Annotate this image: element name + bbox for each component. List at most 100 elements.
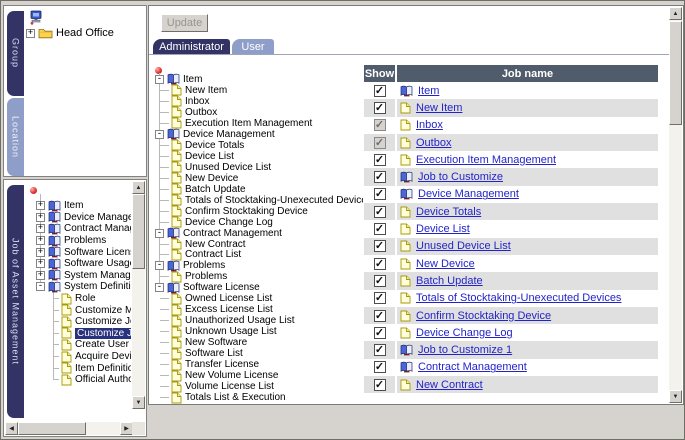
tree-item-totals-list-execution[interactable]: Totals List & Execution [153, 392, 363, 403]
tree-item-new-item[interactable]: New Item [153, 85, 363, 96]
job-link[interactable]: Contract Management [418, 361, 527, 373]
show-checkbox[interactable]: ✓ [374, 171, 386, 183]
expander-icon[interactable]: - [36, 282, 45, 291]
job-link[interactable]: Batch Update [416, 275, 483, 287]
tree-item-item[interactable]: +Item [26, 200, 131, 212]
tree-item-software-list[interactable]: Software List [153, 348, 363, 359]
tree-item-software-license[interactable]: +Software License [26, 246, 131, 258]
tree-item-customize-job-win[interactable]: Customize Job Win [26, 316, 131, 328]
expander-icon[interactable]: + [36, 213, 45, 222]
job-link[interactable]: Execution Item Management [416, 154, 556, 166]
tree-item-contract-list[interactable]: Contract List [153, 250, 363, 261]
tree-item-device-management[interactable]: +Device Management [26, 212, 131, 224]
expander-icon[interactable]: + [26, 29, 35, 38]
job-link[interactable]: Job to Customize [418, 171, 503, 183]
expander-icon[interactable]: - [155, 261, 164, 270]
expander-icon[interactable]: - [155, 283, 164, 292]
job-link[interactable]: Outbox [416, 137, 451, 149]
tree-item-batch-update[interactable]: Batch Update [153, 184, 363, 195]
show-checkbox[interactable]: ✓ [374, 102, 386, 114]
scrollbar-thumb[interactable] [669, 21, 682, 125]
tree-item-device-management[interactable]: -Device Management [153, 129, 363, 140]
tree-item-new-device[interactable]: New Device [153, 173, 363, 184]
tree-item-system-management[interactable]: +System Management [26, 270, 131, 282]
job-link[interactable]: Item [418, 85, 439, 97]
tree-item-software-usage-manag[interactable]: +Software Usage Manag [26, 258, 131, 270]
tree-item-inbox[interactable]: Inbox [153, 96, 363, 107]
show-checkbox[interactable]: ✓ [374, 223, 386, 235]
show-checkbox[interactable]: ✓ [374, 206, 386, 218]
expander-icon[interactable]: + [36, 271, 45, 280]
job-link[interactable]: Inbox [416, 119, 443, 131]
tree-item-new-software[interactable]: New Software [153, 337, 363, 348]
expander-icon[interactable]: + [36, 248, 45, 257]
tab-location[interactable]: Location [7, 98, 24, 176]
tree-item-unknown-usage-list[interactable]: Unknown Usage List [153, 326, 363, 337]
show-checkbox[interactable]: ✓ [374, 275, 386, 287]
expander-icon[interactable]: + [36, 236, 45, 245]
show-checkbox[interactable]: ✓ [374, 258, 386, 270]
scroll-down-button[interactable]: ▼ [669, 390, 682, 403]
expander-icon[interactable]: - [155, 229, 164, 238]
tree-item-system-definition[interactable]: -System Definition [26, 281, 131, 293]
scroll-up-button[interactable]: ▲ [132, 181, 145, 194]
vertical-scrollbar[interactable]: ▲ ▼ [669, 7, 682, 403]
job-link[interactable]: New Contract [416, 379, 483, 391]
tree-item-acquire-device-upd[interactable]: Acquire Device Upd [26, 351, 131, 363]
tree-item-contract-management[interactable]: -Contract Management [153, 228, 363, 239]
tree-item-customize-job-men[interactable]: Customize Job Men [26, 328, 131, 340]
tab-administrator[interactable]: Administrator [153, 39, 230, 54]
tree-item-create-user-report[interactable]: Create User Report [26, 339, 131, 351]
tree-item-item-definition[interactable]: Item Definition [26, 362, 131, 374]
tree-item-device-change-log[interactable]: Device Change Log [153, 217, 363, 228]
tree-item-outbox[interactable]: Outbox [153, 107, 363, 118]
job-link[interactable]: Unused Device List [416, 240, 511, 252]
show-checkbox[interactable]: ✓ [374, 327, 386, 339]
tree-item-contract-management[interactable]: +Contract Management [26, 223, 131, 235]
show-checkbox[interactable]: ✓ [374, 344, 386, 356]
vertical-scrollbar[interactable]: ▲ ▼ [132, 181, 145, 409]
scroll-left-button[interactable]: ◀ [5, 422, 18, 435]
job-link[interactable]: Confirm Stocktaking Device [416, 310, 551, 322]
tree-item-excess-license-list[interactable]: Excess License List [153, 304, 363, 315]
expander-icon[interactable]: - [155, 130, 164, 139]
job-link[interactable]: Device Totals [416, 206, 481, 218]
expander-icon[interactable]: - [155, 75, 164, 84]
tree-item-problems[interactable]: -Problems [153, 260, 363, 271]
expander-icon[interactable]: + [36, 201, 45, 210]
tree-item-problems[interactable]: +Problems [26, 235, 131, 247]
show-checkbox[interactable]: ✓ [374, 361, 386, 373]
job-link[interactable]: Job to Customize 1 [418, 344, 512, 356]
tree-item-device-totals[interactable]: Device Totals [153, 140, 363, 151]
tab-user[interactable]: User [232, 39, 274, 54]
tree-item-software-license[interactable]: -Software License [153, 282, 363, 293]
tree-item-official-authority[interactable]: Official Authority [26, 374, 131, 386]
tree-item-totals-of-stocktaking-unexecuted-devices[interactable]: Totals of Stocktaking-Unexecuted Devices [153, 195, 363, 206]
show-checkbox[interactable]: ✓ [374, 240, 386, 252]
tree-item-unauthorized-usage-list[interactable]: Unauthorized Usage List [153, 315, 363, 326]
tree-item-new-contract[interactable]: New Contract [153, 239, 363, 250]
tab-group[interactable]: Group [7, 11, 24, 96]
tree-item-unused-device-list[interactable]: Unused Device List [153, 162, 363, 173]
show-checkbox[interactable]: ✓ [374, 188, 386, 200]
tree-item-problems[interactable]: Problems [153, 271, 363, 282]
expander-icon[interactable]: + [36, 259, 45, 268]
job-link[interactable]: New Device [416, 258, 475, 270]
show-checkbox[interactable]: ✓ [374, 85, 386, 97]
expander-icon[interactable]: + [36, 224, 45, 233]
update-button[interactable]: Update [161, 14, 208, 32]
tree-item-confirm-stocktaking-device[interactable]: Confirm Stocktaking Device [153, 206, 363, 217]
tree-item-role[interactable]: Role [26, 293, 131, 305]
show-checkbox[interactable]: ✓ [374, 292, 386, 304]
tree-item-head-office[interactable]: + Head Office [26, 27, 114, 39]
horizontal-scrollbar[interactable]: ◀ ▶ [5, 422, 133, 435]
scroll-down-button[interactable]: ▼ [132, 396, 145, 409]
job-link[interactable]: Totals of Stocktaking-Unexecuted Devices [416, 292, 621, 304]
show-checkbox[interactable]: ✓ [374, 379, 386, 391]
job-link[interactable]: Device List [416, 223, 470, 235]
tree-item-execution-item-management[interactable]: Execution Item Management [153, 118, 363, 129]
tree-item-customize-manage[interactable]: Customize Manage [26, 304, 131, 316]
job-link[interactable]: Device Management [418, 188, 519, 200]
tree-item-item[interactable]: -Item [153, 74, 363, 85]
tree-item-device-list[interactable]: Device List [153, 151, 363, 162]
